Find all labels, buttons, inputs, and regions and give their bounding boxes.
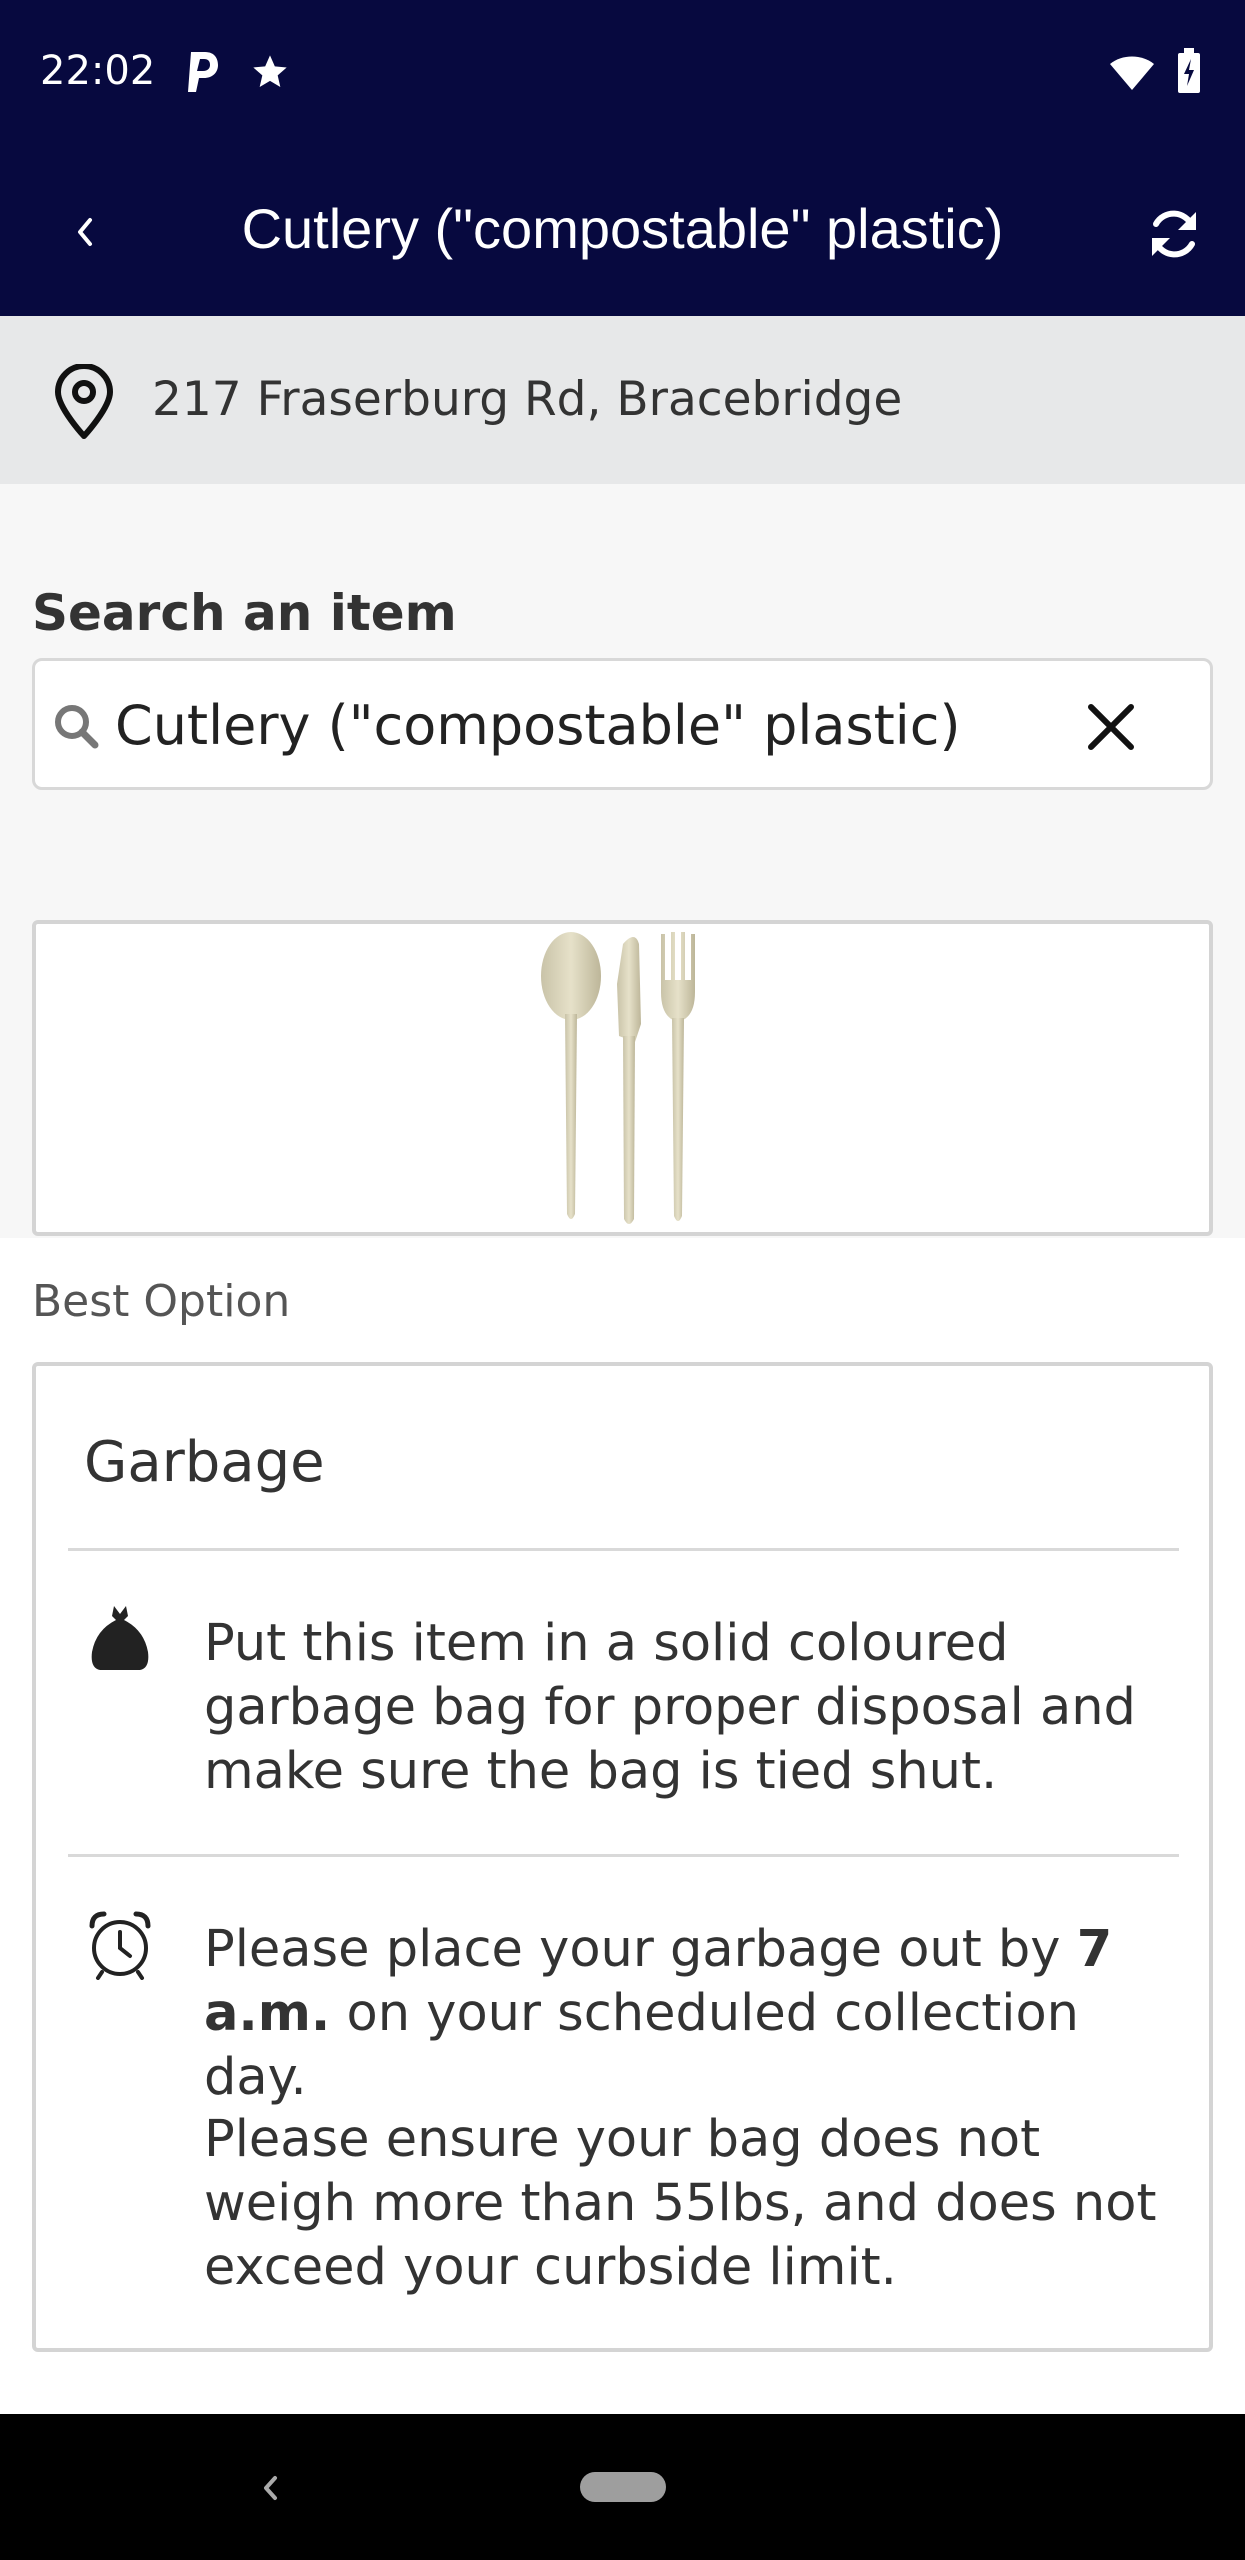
clear-search-button[interactable] <box>1075 691 1147 763</box>
garbage-bag-icon <box>91 1606 149 1670</box>
best-option-section: Best Option Garbage Put this item in a s… <box>0 1238 1245 2414</box>
best-option-label: Best Option <box>32 1276 291 1327</box>
back-button[interactable] <box>52 200 116 264</box>
collection-time-text-after: on your scheduled collection day. <box>204 1984 1079 2107</box>
battery-icon <box>1178 48 1200 93</box>
chevron-left-icon <box>78 218 92 246</box>
nav-home-pill-icon[interactable] <box>580 2472 666 2502</box>
refresh-icon <box>1152 210 1196 258</box>
row-text-collection-time: Please place your garbage out by 7 a.m. … <box>204 1918 1164 2110</box>
nav-back-icon <box>264 2476 277 2500</box>
nav-back-button[interactable] <box>240 2458 300 2518</box>
refresh-button[interactable] <box>1140 200 1208 268</box>
alarm-clock-icon <box>89 1911 151 1980</box>
item-image-section <box>0 918 1245 1238</box>
location-pin-icon <box>55 364 113 439</box>
status-bar: 22:02 <box>0 0 1245 148</box>
row-text-weight-limit: Please ensure your bag does not weigh mo… <box>204 2110 1157 2297</box>
address-bar[interactable]: 217 Fraserburg Rd, Bracebridge <box>0 316 1245 484</box>
cutlery-image <box>541 932 695 1224</box>
item-image-card <box>32 920 1213 1236</box>
collection-time-text-before: Please place your garbage out by <box>204 1920 1077 1979</box>
option-title: Garbage <box>84 1430 325 1495</box>
star-icon <box>253 55 287 87</box>
app-bar: Cutlery ("compostable" plastic) <box>0 148 1245 316</box>
page-title: Cutlery ("compostable" plastic) <box>241 197 1004 260</box>
search-input[interactable] <box>115 681 1075 769</box>
disposal-option-card: Garbage Put this item in a solid coloure… <box>32 1362 1213 2352</box>
close-icon <box>1088 704 1134 750</box>
wifi-icon <box>1110 56 1154 90</box>
search-section: Search an item <box>0 484 1245 832</box>
search-icon <box>55 705 99 749</box>
search-box[interactable] <box>32 658 1213 790</box>
address-text: 217 Fraserburg Rd, Bracebridge <box>152 372 903 427</box>
status-time: 22:02 <box>40 48 156 94</box>
search-label: Search an item <box>32 584 457 642</box>
row-text-bag-instructions: Put this item in a solid coloured garbag… <box>204 1614 1136 1801</box>
system-nav-bar <box>0 2414 1245 2560</box>
divider <box>68 1548 1179 1551</box>
parking-p-icon <box>188 52 218 92</box>
divider <box>68 1854 1179 1857</box>
